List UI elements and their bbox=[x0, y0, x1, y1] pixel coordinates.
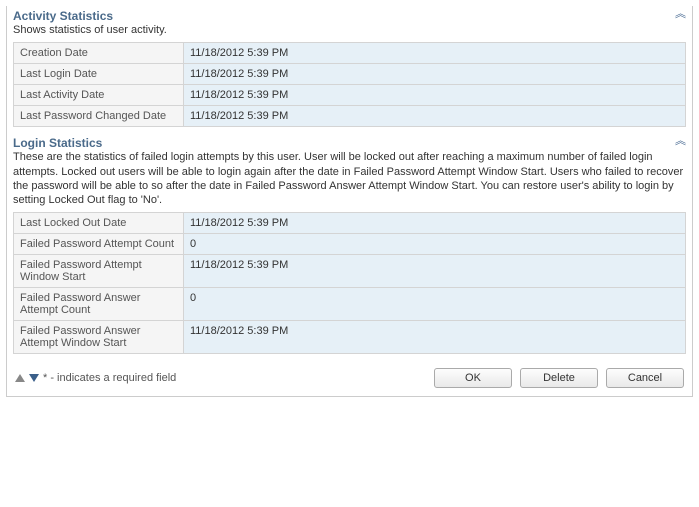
row-label: Failed Password Attempt Window Start bbox=[14, 255, 184, 288]
row-label: Last Locked Out Date bbox=[14, 213, 184, 234]
cancel-button[interactable]: Cancel bbox=[606, 368, 684, 388]
row-value: 11/18/2012 5:39 PM bbox=[184, 255, 686, 288]
row-value: 0 bbox=[184, 288, 686, 321]
activity-desc: Shows statistics of user activity. bbox=[13, 23, 686, 37]
row-value: 11/18/2012 5:39 PM bbox=[184, 43, 686, 64]
activity-table: Creation Date11/18/2012 5:39 PM Last Log… bbox=[13, 42, 686, 127]
row-value: 11/18/2012 5:39 PM bbox=[184, 85, 686, 106]
required-hint: * - indicates a required field bbox=[43, 372, 176, 384]
panel-container: Activity Statistics ︽ Shows statistics o… bbox=[6, 6, 693, 397]
row-label: Creation Date bbox=[14, 43, 184, 64]
row-value: 11/18/2012 5:39 PM bbox=[184, 106, 686, 127]
arrow-up-icon[interactable] bbox=[15, 374, 25, 382]
row-value: 11/18/2012 5:39 PM bbox=[184, 64, 686, 85]
row-label: Last Activity Date bbox=[14, 85, 184, 106]
table-row: Last Password Changed Date11/18/2012 5:3… bbox=[14, 106, 686, 127]
table-row: Failed Password Attempt Window Start11/1… bbox=[14, 255, 686, 288]
row-value: 11/18/2012 5:39 PM bbox=[184, 213, 686, 234]
arrow-down-icon[interactable] bbox=[29, 374, 39, 382]
table-row: Creation Date11/18/2012 5:39 PM bbox=[14, 43, 686, 64]
row-value: 0 bbox=[184, 234, 686, 255]
row-label: Failed Password Answer Attempt Window St… bbox=[14, 321, 184, 354]
row-label: Last Password Changed Date bbox=[14, 106, 184, 127]
activity-title: Activity Statistics bbox=[13, 9, 113, 23]
table-row: Last Login Date11/18/2012 5:39 PM bbox=[14, 64, 686, 85]
ok-button[interactable]: OK bbox=[434, 368, 512, 388]
login-table: Last Locked Out Date11/18/2012 5:39 PM F… bbox=[13, 212, 686, 354]
login-title: Login Statistics bbox=[13, 136, 102, 150]
activity-section-header: Activity Statistics ︽ bbox=[13, 8, 686, 23]
login-section-header: Login Statistics ︽ bbox=[13, 135, 686, 150]
row-label: Failed Password Answer Attempt Count bbox=[14, 288, 184, 321]
row-value: 11/18/2012 5:39 PM bbox=[184, 321, 686, 354]
footer-left: * - indicates a required field bbox=[15, 372, 176, 384]
footer-buttons: OK Delete Cancel bbox=[434, 368, 684, 388]
row-label: Last Login Date bbox=[14, 64, 184, 85]
footer: * - indicates a required field OK Delete… bbox=[13, 362, 686, 390]
row-label: Failed Password Attempt Count bbox=[14, 234, 184, 255]
table-row: Failed Password Answer Attempt Window St… bbox=[14, 321, 686, 354]
collapse-icon[interactable]: ︽ bbox=[675, 9, 686, 20]
table-row: Last Activity Date11/18/2012 5:39 PM bbox=[14, 85, 686, 106]
table-row: Failed Password Answer Attempt Count0 bbox=[14, 288, 686, 321]
delete-button[interactable]: Delete bbox=[520, 368, 598, 388]
login-desc: These are the statistics of failed login… bbox=[13, 150, 686, 207]
collapse-icon[interactable]: ︽ bbox=[675, 136, 686, 147]
table-row: Failed Password Attempt Count0 bbox=[14, 234, 686, 255]
table-row: Last Locked Out Date11/18/2012 5:39 PM bbox=[14, 213, 686, 234]
